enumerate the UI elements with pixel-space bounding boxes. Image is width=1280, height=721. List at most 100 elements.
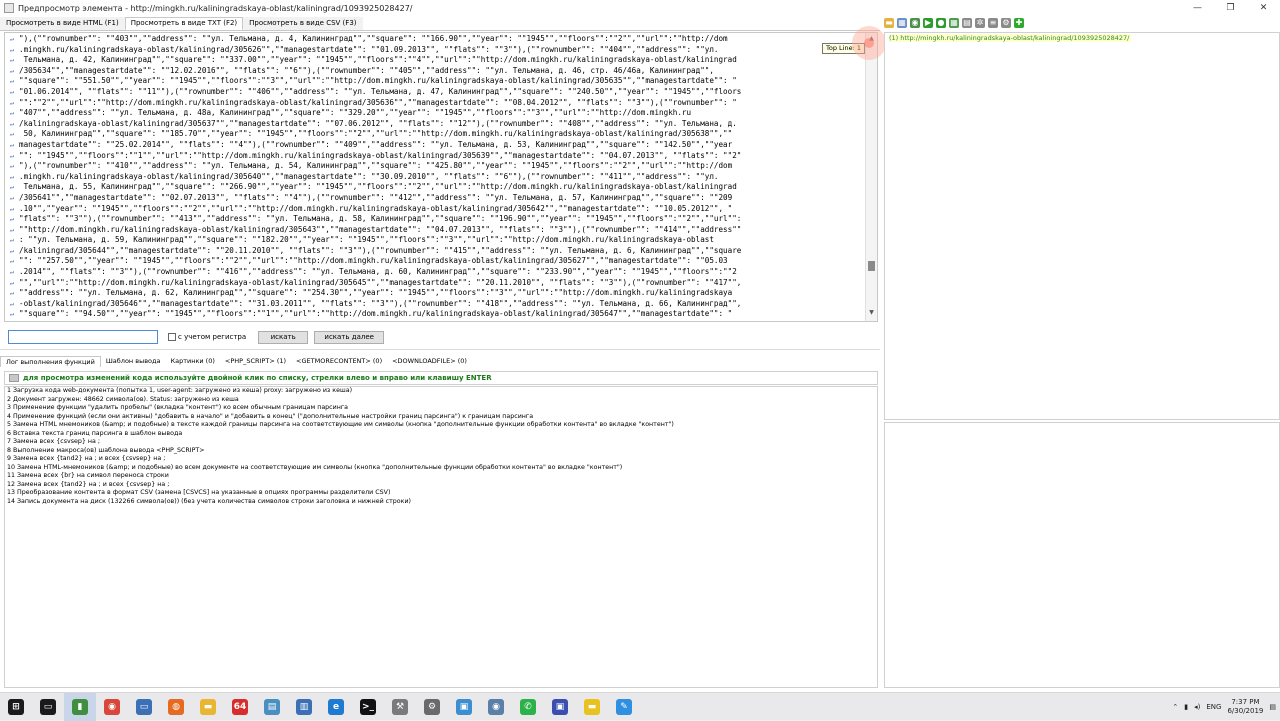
taskbar-button[interactable]: 64	[224, 693, 256, 721]
taskbar-button[interactable]: ▬	[576, 693, 608, 721]
code-line: ↵ "flats"": ""3""),(""rownumber"": ""413"…	[5, 214, 867, 225]
globe-icon[interactable]: ●	[936, 18, 946, 28]
function-log-list[interactable]: 1 Загрузка кода web-документа (попытка 1…	[4, 386, 878, 688]
line-marker-icon: ↵	[9, 87, 15, 96]
log-entry[interactable]: 11 Замена всех {br} на символ переноса с…	[5, 472, 877, 481]
table-icon[interactable]: ▦	[897, 18, 907, 28]
log-entry[interactable]: 9 Замена всех {tand2} на ; и всех {csvse…	[5, 455, 877, 464]
tools-icon[interactable]: ⚙	[1001, 18, 1011, 28]
code-line: ↵ /kaliningrad/305644"",""managestartdate…	[5, 246, 867, 257]
log-entry[interactable]: 3 Применение функции "удалить пробелы" (…	[5, 404, 877, 413]
code-line-text: 50, Калининград"",""square"": ""185.70""…	[19, 129, 733, 139]
match-case-option[interactable]: с учетом регистра	[168, 333, 246, 341]
line-marker-icon: ↵	[9, 130, 15, 139]
taskbar-button[interactable]: e	[320, 693, 352, 721]
log-entry[interactable]: 4 Применение функций (если они активны) …	[5, 413, 877, 422]
code-line-text: .10"",""year"": ""1945"",""floors"":""2"…	[19, 203, 733, 213]
log-entry[interactable]: 14 Запись документа на диск (132266 симв…	[5, 498, 877, 507]
tab-php-script[interactable]: <PHP_SCRIPT> (1)	[220, 356, 291, 366]
code-line-text: .2014"", ""flats"": ""3""),(""rownumber"…	[19, 267, 737, 277]
edge-icon: e	[328, 698, 344, 715]
taskbar-button[interactable]: ▥	[288, 693, 320, 721]
code-lines: ↵ "),(""rownumber"": ""403"",""address"":…	[5, 34, 867, 320]
log-entry[interactable]: 12 Замена всех {tand2} на ; и всех {csvs…	[5, 481, 877, 490]
log-entry[interactable]: 10 Замена HTML-мнемоников (&amp; и подоб…	[5, 464, 877, 473]
url-list-pane[interactable]: (1) http://mingkh.ru/kaliningradskaya-ob…	[884, 32, 1280, 420]
find-next-button[interactable]: искать далее	[314, 330, 385, 344]
minimize-button[interactable]: —	[1181, 0, 1214, 16]
taskbar-button[interactable]: ◍	[160, 693, 192, 721]
taskbar-button[interactable]: ◉	[96, 693, 128, 721]
list-icon[interactable]: ≡	[988, 18, 998, 28]
firefox-icon: ◍	[168, 698, 184, 715]
taskbar-button[interactable]: ⊞	[0, 693, 32, 721]
log-entry[interactable]: 5 Замена HTML мнемоников (&amp; и подобн…	[5, 421, 877, 430]
line-marker-icon: ↵	[9, 215, 15, 224]
url-list-item[interactable]: (1) http://mingkh.ru/kaliningradskaya-ob…	[889, 34, 1132, 42]
taskbar-button[interactable]: ▭	[128, 693, 160, 721]
line-marker-icon: ↵	[9, 162, 15, 171]
log-entry[interactable]: 7 Замена всех {csvsep} на ;	[5, 438, 877, 447]
log-entry[interactable]: 1 Загрузка кода web-документа (попытка 1…	[5, 387, 877, 396]
language-indicator[interactable]: ENG	[1206, 703, 1221, 711]
log-entry[interactable]: 6 Вставка текста границ парсинга в шабло…	[5, 430, 877, 439]
tab-view-html[interactable]: Просмотреть в виде HTML (F1)	[0, 17, 125, 30]
taskbar-button[interactable]: ✆	[512, 693, 544, 721]
tray-network-icon[interactable]: ▮	[1184, 703, 1188, 711]
taskbar-button[interactable]: ⚒	[384, 693, 416, 721]
log-entry[interactable]: 8 Выполнение макроса(ов) шаблона вывода …	[5, 447, 877, 456]
line-marker-icon: ↵	[9, 183, 15, 192]
whatsapp-icon: ✆	[520, 698, 536, 715]
match-case-checkbox[interactable]	[168, 333, 176, 341]
tab-output-template[interactable]: Шаблон вывода	[101, 356, 166, 366]
clock[interactable]: 7:37 PM 6/30/2019	[1227, 698, 1263, 716]
taskbar-button[interactable]: ▣	[544, 693, 576, 721]
maximize-button[interactable]: ❐	[1214, 0, 1247, 16]
title-bar: Предпросмотр элемента - http://mingkh.ru…	[0, 0, 1280, 16]
tab-images[interactable]: Картинки (0)	[165, 356, 219, 366]
tray-chevron-icon[interactable]: ⌃	[1172, 703, 1178, 711]
line-marker-icon: ↵	[9, 140, 15, 149]
tab-function-log[interactable]: Лог выполнения функций	[0, 355, 101, 367]
log-entry[interactable]: 2 Документ загружен: 48662 символа(ов). …	[5, 396, 877, 405]
tab-getmorecontent[interactable]: <GETMORECONTENT> (0)	[291, 356, 387, 366]
forward-icon[interactable]: ▶	[923, 18, 933, 28]
window-title: Предпросмотр элемента - http://mingkh.ru…	[18, 3, 413, 13]
scroll-down-arrow-icon[interactable]: ▼	[866, 309, 877, 319]
grid-icon[interactable]: ▦	[949, 18, 959, 28]
tab-downloadfile[interactable]: <DOWNLOADFILE> (0)	[387, 356, 472, 366]
folder-icon[interactable]: ▬	[884, 18, 894, 28]
taskbar-button[interactable]: ▮	[64, 692, 96, 721]
tray-volume-icon[interactable]: ◂)	[1194, 703, 1200, 711]
code-line-text: Тельмана, д. 42, Калининград"",""square"…	[19, 55, 737, 65]
code-line-text: ""http://dom.mingkh.ru/kaliningradskaya-…	[19, 224, 742, 234]
page-icon[interactable]: ▤	[962, 18, 972, 28]
taskbar-button[interactable]: ▭	[32, 693, 64, 721]
scrollbar-thumb[interactable]	[868, 261, 875, 271]
taskbar-button[interactable]: ✎	[608, 693, 640, 721]
taskbar-button[interactable]: ▤	[256, 693, 288, 721]
match-case-label: с учетом регистра	[178, 333, 247, 341]
find-button[interactable]: искать	[258, 330, 309, 344]
code-vertical-scrollbar[interactable]: ▲ ▼	[865, 33, 877, 321]
code-view[interactable]: ↵ "),(""rownumber"": ""403"",""address"":…	[4, 32, 878, 322]
code-line: ↵ -oblast/kaliningrad/305646"",""managest…	[5, 299, 867, 310]
log-entry[interactable]: 13 Преобразование контента в формат CSV …	[5, 489, 877, 498]
taskbar-button[interactable]: >_	[352, 693, 384, 721]
close-button[interactable]: ✕	[1247, 0, 1280, 16]
settings-icon[interactable]: ✲	[975, 18, 985, 28]
preview-window: Предпросмотр элемента - http://mingkh.ru…	[0, 0, 1280, 692]
window-icon	[4, 3, 14, 13]
notifications-icon[interactable]: ▤	[1269, 703, 1276, 711]
taskbar-button[interactable]: ▬	[192, 693, 224, 721]
hint-text: для просмотра изменений кода используйте…	[23, 374, 492, 382]
taskbar-button[interactable]: ⚙	[416, 693, 448, 721]
tab-view-csv[interactable]: Просмотреть в виде CSV (F3)	[243, 17, 363, 30]
tab-view-txt[interactable]: Просмотреть в виде TXT (F2)	[124, 17, 244, 30]
search-input[interactable]	[8, 330, 158, 344]
taskbar-button[interactable]: ◉	[480, 693, 512, 721]
line-marker-icon: ↵	[9, 193, 15, 202]
add-icon[interactable]: ✚	[1014, 18, 1024, 28]
zoom-icon[interactable]: ◉	[910, 18, 920, 28]
taskbar-button[interactable]: ▣	[448, 693, 480, 721]
